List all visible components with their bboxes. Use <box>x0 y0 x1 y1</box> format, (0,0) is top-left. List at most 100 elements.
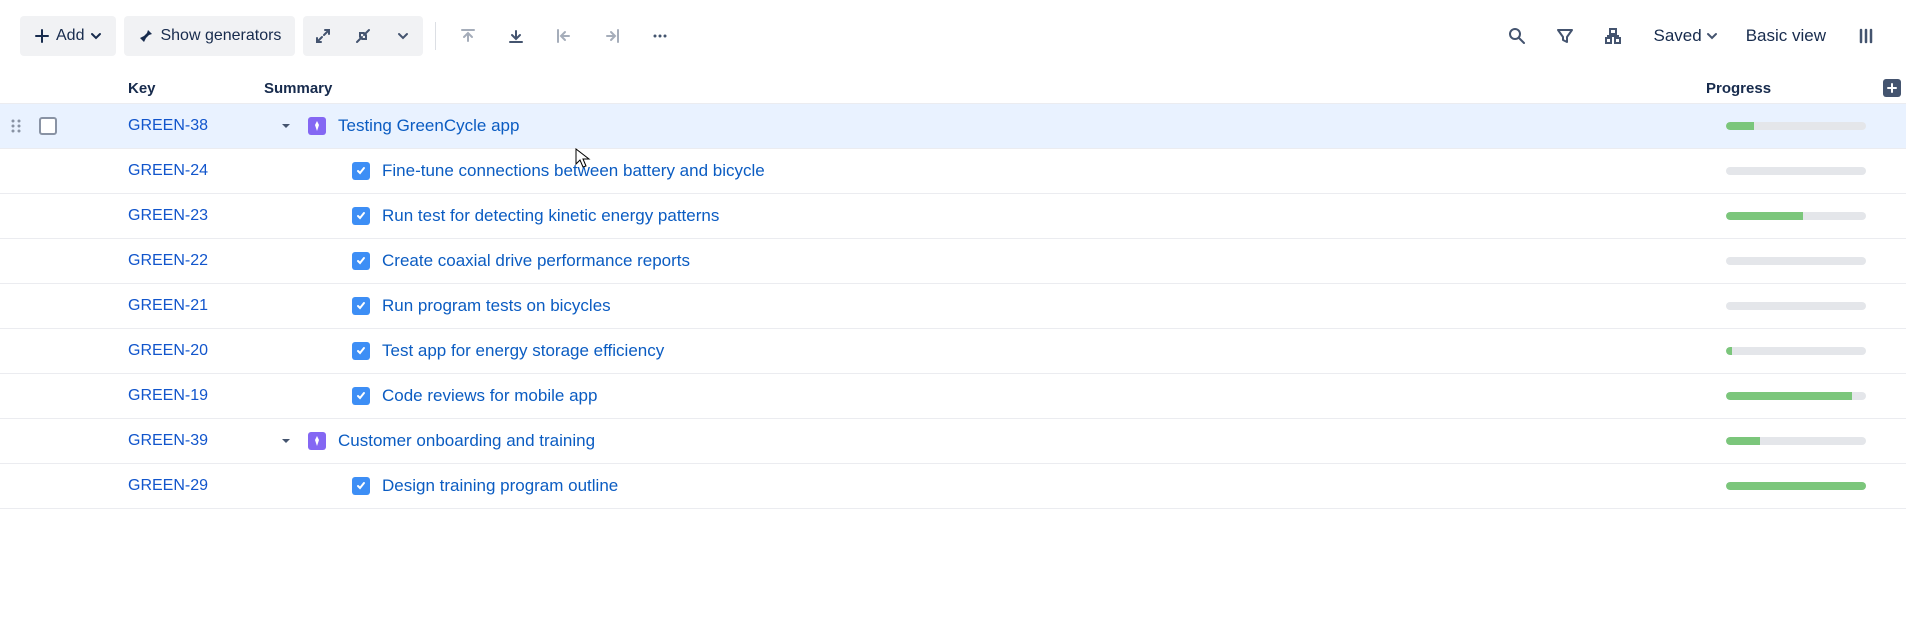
task-icon <box>352 297 370 315</box>
row-checkbox[interactable] <box>39 117 57 135</box>
toolbar: Add Show generators <box>0 0 1906 73</box>
grid-header: Key Summary Progress <box>0 73 1906 104</box>
task-icon <box>352 207 370 225</box>
move-down-button[interactable] <box>496 16 536 56</box>
table-row[interactable]: GREEN-29 Design training program outline <box>0 464 1906 509</box>
progress-cell <box>1726 212 1886 220</box>
expand-collapse-dropdown[interactable] <box>383 16 423 56</box>
table-row[interactable]: GREEN-20 Test app for energy storage effi… <box>0 329 1906 374</box>
toolbar-divider <box>435 22 436 50</box>
issue-key[interactable]: GREEN-38 <box>128 117 264 135</box>
drag-handle-zone[interactable] <box>0 118 32 134</box>
indent-button[interactable] <box>592 16 632 56</box>
issue-summary[interactable]: Run test for detecting kinetic energy pa… <box>380 206 1726 226</box>
progress-bar[interactable] <box>1726 257 1866 265</box>
more-icon <box>651 27 669 45</box>
columns-config-button[interactable] <box>1846 16 1886 56</box>
issue-key[interactable]: GREEN-20 <box>128 342 264 360</box>
issue-summary[interactable]: Testing GreenCycle app <box>336 116 1726 136</box>
indent-icon <box>603 27 621 45</box>
table-row[interactable]: GREEN-23 Run test for detecting kinetic e… <box>0 194 1906 239</box>
plus-icon <box>34 28 50 44</box>
chevron-down-icon <box>397 30 409 42</box>
progress-cell <box>1726 437 1886 445</box>
drag-handle-icon[interactable] <box>11 118 21 134</box>
task-icon <box>352 342 370 360</box>
issue-summary[interactable]: Fine-tune connections between battery an… <box>380 161 1726 181</box>
collapse-icon <box>354 27 372 45</box>
saved-dropdown[interactable]: Saved <box>1641 16 1725 56</box>
column-header-key[interactable]: Key <box>128 80 264 97</box>
task-icon <box>352 162 370 180</box>
issue-summary[interactable]: Customer onboarding and training <box>336 431 1726 451</box>
checkbox-zone <box>32 117 64 135</box>
epic-icon <box>308 432 326 450</box>
chevron-down-icon <box>1706 30 1718 42</box>
hierarchy-button[interactable] <box>1593 16 1633 56</box>
add-column-button[interactable] <box>1883 79 1901 97</box>
issue-summary[interactable]: Test app for energy storage efficiency <box>380 341 1726 361</box>
progress-bar[interactable] <box>1726 482 1866 490</box>
move-up-button[interactable] <box>448 16 488 56</box>
issue-key[interactable]: GREEN-39 <box>128 432 264 450</box>
issue-key[interactable]: GREEN-29 <box>128 477 264 495</box>
move-up-icon <box>459 27 477 45</box>
table-row[interactable]: GREEN-24 Fine-tune connections between ba… <box>0 149 1906 194</box>
issue-key[interactable]: GREEN-22 <box>128 252 264 270</box>
progress-bar[interactable] <box>1726 347 1866 355</box>
collapse-all-button[interactable] <box>343 16 383 56</box>
chevron-down-icon <box>90 30 102 42</box>
progress-cell <box>1726 392 1886 400</box>
filter-button[interactable] <box>1545 16 1585 56</box>
progress-bar[interactable] <box>1726 167 1866 175</box>
expand-toggle[interactable] <box>264 120 308 132</box>
issue-key[interactable]: GREEN-24 <box>128 162 264 180</box>
progress-bar[interactable] <box>1726 392 1866 400</box>
saved-label: Saved <box>1649 26 1705 46</box>
column-header-summary[interactable]: Summary <box>264 80 1706 97</box>
move-down-icon <box>507 27 525 45</box>
table-row[interactable]: GREEN-38 Testing GreenCycle app <box>0 104 1906 149</box>
outdent-icon <box>555 27 573 45</box>
columns-icon <box>1857 27 1875 45</box>
issue-summary[interactable]: Design training program outline <box>380 476 1726 496</box>
expand-collapse-group <box>303 16 423 56</box>
table-row[interactable]: GREEN-39 Customer onboarding and training <box>0 419 1906 464</box>
progress-bar[interactable] <box>1726 122 1866 130</box>
progress-bar[interactable] <box>1726 212 1866 220</box>
expand-all-button[interactable] <box>303 16 343 56</box>
task-icon <box>352 387 370 405</box>
issue-summary[interactable]: Run program tests on bicycles <box>380 296 1726 316</box>
view-mode-button[interactable]: Basic view <box>1734 16 1838 56</box>
issue-key[interactable]: GREEN-23 <box>128 207 264 225</box>
issue-rows: GREEN-38 Testing GreenCycle app GREEN-24 Fi… <box>0 104 1906 509</box>
expand-icon <box>314 27 332 45</box>
column-header-progress[interactable]: Progress <box>1706 80 1878 97</box>
expand-toggle[interactable] <box>264 435 308 447</box>
table-row[interactable]: GREEN-22 Create coaxial drive performance… <box>0 239 1906 284</box>
task-icon <box>352 477 370 495</box>
hierarchy-icon <box>1604 27 1622 45</box>
table-row[interactable]: GREEN-21 Run program tests on bicycles <box>0 284 1906 329</box>
progress-cell <box>1726 347 1886 355</box>
issue-summary[interactable]: Code reviews for mobile app <box>380 386 1726 406</box>
outdent-button[interactable] <box>544 16 584 56</box>
issue-summary[interactable]: Create coaxial drive performance reports <box>380 251 1726 271</box>
pin-icon <box>138 28 154 44</box>
task-icon <box>352 252 370 270</box>
issue-key[interactable]: GREEN-21 <box>128 297 264 315</box>
show-generators-button[interactable]: Show generators <box>124 16 295 56</box>
table-row[interactable]: GREEN-19 Code reviews for mobile app <box>0 374 1906 419</box>
show-generators-label: Show generators <box>160 27 281 45</box>
progress-bar[interactable] <box>1726 437 1866 445</box>
search-button[interactable] <box>1497 16 1537 56</box>
view-mode-label: Basic view <box>1742 26 1830 46</box>
progress-cell <box>1726 257 1886 265</box>
add-button[interactable]: Add <box>20 16 116 56</box>
more-actions-button[interactable] <box>640 16 680 56</box>
progress-cell <box>1726 167 1886 175</box>
progress-bar[interactable] <box>1726 302 1866 310</box>
issue-key[interactable]: GREEN-19 <box>128 387 264 405</box>
epic-icon <box>308 117 326 135</box>
filter-icon <box>1556 27 1574 45</box>
